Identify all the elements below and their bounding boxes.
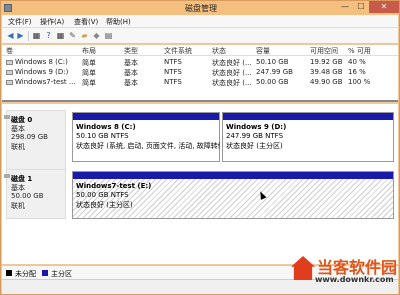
column-header-layout[interactable]: 布局	[82, 46, 96, 56]
unallocated-swatch	[6, 270, 12, 276]
volume-name-cell: Windows 9 (D:)	[6, 68, 68, 76]
volume-icon	[6, 69, 13, 75]
column-header-status[interactable]: 状态	[212, 46, 226, 56]
column-header-free[interactable]: 可用空间	[310, 46, 338, 56]
disk-size: 298.09 GB	[11, 133, 48, 141]
primary-partition-bar	[223, 113, 393, 120]
layout-cell: 简单	[82, 59, 96, 67]
partition-d[interactable]: Windows 9 (D:) 247.99 GB NTFS 状态良好 (主分区)	[222, 112, 394, 162]
folder-icon[interactable]: ▰	[80, 31, 89, 40]
forward-icon[interactable]: ▶	[16, 31, 25, 40]
partition-name: Windows7-test (E:)	[76, 182, 152, 190]
column-header-filesystem[interactable]: 文件系统	[164, 46, 192, 56]
table-row[interactable]: Windows7-test ... 简单 基本 NTFS 状态良好 (... 5…	[2, 78, 398, 87]
volume-list: 卷 布局 类型 文件系统 状态 容量 可用空间 % 可用 Windows 8 (…	[2, 45, 398, 102]
disk-state: 联机	[11, 143, 25, 151]
layout-cell: 简单	[82, 79, 96, 87]
maximize-button[interactable]: ☐	[353, 1, 369, 13]
help-icon[interactable]: ?	[44, 31, 53, 40]
status-cell: 状态良好 (...	[212, 59, 252, 67]
volume-list-header: 卷 布局 类型 文件系统 状态 容量 可用空间 % 可用	[2, 45, 398, 56]
column-header-percent-free[interactable]: % 可用	[348, 46, 371, 56]
type-cell: 基本	[124, 59, 138, 67]
back-icon[interactable]: ◀	[6, 31, 15, 40]
table-row[interactable]: Windows 9 (D:) 简单 基本 NTFS 状态良好 (... 247.…	[2, 68, 398, 77]
percent-free-cell: 100 %	[348, 78, 371, 86]
partition-status: 状态良好 (主分区)	[226, 142, 283, 150]
partition-e[interactable]: Windows7-test (E:) 50.00 GB NTFS 状态良好 (主…	[72, 171, 394, 219]
free-space-cell: 19.92 GB	[310, 58, 343, 66]
app-icon	[4, 4, 12, 12]
partition-name: Windows 9 (D:)	[226, 123, 287, 131]
layout-cell: 简单	[82, 69, 96, 77]
watermark-url: www.downkr.com	[315, 275, 394, 284]
volume-icon	[6, 59, 13, 65]
table-row[interactable]: Windows 8 (C:) 简单 基本 NTFS 状态良好 (... 50.1…	[2, 58, 398, 67]
status-cell: 状态良好 (...	[212, 79, 252, 87]
disk-size: 50.00 GB	[11, 192, 44, 200]
filesystem-cell: NTFS	[164, 58, 182, 66]
toolbar: ◀ ▶ ▦ ? ▦ ✎ ▰ ◆ ▤	[2, 28, 398, 44]
disk-graphical-view: 磁盘 0 基本 298.09 GB 联机 Windows 8 (C:) 50.1…	[2, 104, 398, 264]
column-header-type[interactable]: 类型	[124, 46, 138, 56]
toolbar-divider	[28, 31, 29, 41]
window-title: 磁盘管理	[185, 4, 217, 13]
title-bar: 磁盘管理 — ☐ ✕	[1, 1, 399, 15]
column-header-volume[interactable]: 卷	[6, 46, 13, 56]
primary-partition-swatch	[42, 270, 48, 276]
minimize-button[interactable]: —	[337, 1, 353, 13]
partition-name: Windows 8 (C:)	[76, 123, 136, 131]
grid2-icon[interactable]: ▦	[56, 31, 65, 40]
legend-primary: 主分区	[51, 270, 72, 278]
capacity-cell: 247.99 GB	[256, 68, 293, 76]
disk-management-window: 磁盘管理 — ☐ ✕ 文件(F) 操作(A) 查看(V) 帮助(H) ◀ ▶ ▦…	[0, 0, 400, 295]
legend-unallocated: 未分配	[15, 270, 36, 278]
primary-partition-bar	[73, 113, 219, 120]
column-header-capacity[interactable]: 容量	[256, 46, 270, 56]
partition-c[interactable]: Windows 8 (C:) 50.10 GB NTFS 状态良好 (系统, 启…	[72, 112, 220, 162]
volume-name-cell: Windows 8 (C:)	[6, 58, 68, 66]
filesystem-cell: NTFS	[164, 78, 182, 86]
menu-action[interactable]: 操作(A)	[40, 17, 64, 27]
partition-status: 状态良好 (主分区)	[76, 201, 133, 209]
disk-state: 联机	[11, 202, 25, 210]
rename-icon[interactable]: ✎	[68, 31, 77, 40]
free-space-cell: 49.90 GB	[310, 78, 343, 86]
menu-bar: 文件(F) 操作(A) 查看(V) 帮助(H)	[2, 15, 398, 28]
menu-view[interactable]: 查看(V)	[74, 17, 98, 27]
type-cell: 基本	[124, 69, 138, 77]
volume-name: Windows 8 (C:)	[15, 58, 68, 66]
partition-size: 247.99 GB NTFS	[226, 132, 284, 140]
type-cell: 基本	[124, 79, 138, 87]
primary-partition-bar	[73, 172, 393, 179]
disk-1-label[interactable]: 磁盘 1 基本 50.00 GB 联机	[4, 169, 66, 219]
close-button[interactable]: ✕	[369, 1, 399, 13]
volume-name: Windows7-test ...	[15, 78, 76, 86]
disk-icon	[4, 115, 10, 119]
free-space-cell: 39.48 GB	[310, 68, 343, 76]
menu-help[interactable]: 帮助(H)	[106, 17, 131, 27]
partition-status: 状态良好 (系统, 启动, 页面文件, 活动, 故障转储	[76, 142, 220, 150]
disk-icon	[4, 174, 10, 178]
volume-name-cell: Windows7-test ...	[6, 78, 76, 86]
status-cell: 状态良好 (...	[212, 69, 252, 77]
capacity-cell: 50.00 GB	[256, 78, 289, 86]
volume-name: Windows 9 (D:)	[15, 68, 69, 76]
grid-icon[interactable]: ▦	[32, 31, 41, 40]
filesystem-cell: NTFS	[164, 68, 182, 76]
tag-icon[interactable]: ◆	[92, 31, 101, 40]
menu-file[interactable]: 文件(F)	[8, 17, 32, 27]
percent-free-cell: 16 %	[348, 68, 366, 76]
properties-icon[interactable]: ▤	[104, 31, 113, 40]
volume-icon	[6, 79, 13, 85]
partition-size: 50.00 GB NTFS	[76, 191, 129, 199]
percent-free-cell: 40 %	[348, 58, 366, 66]
capacity-cell: 50.10 GB	[256, 58, 289, 66]
partition-size: 50.10 GB NTFS	[76, 132, 129, 140]
